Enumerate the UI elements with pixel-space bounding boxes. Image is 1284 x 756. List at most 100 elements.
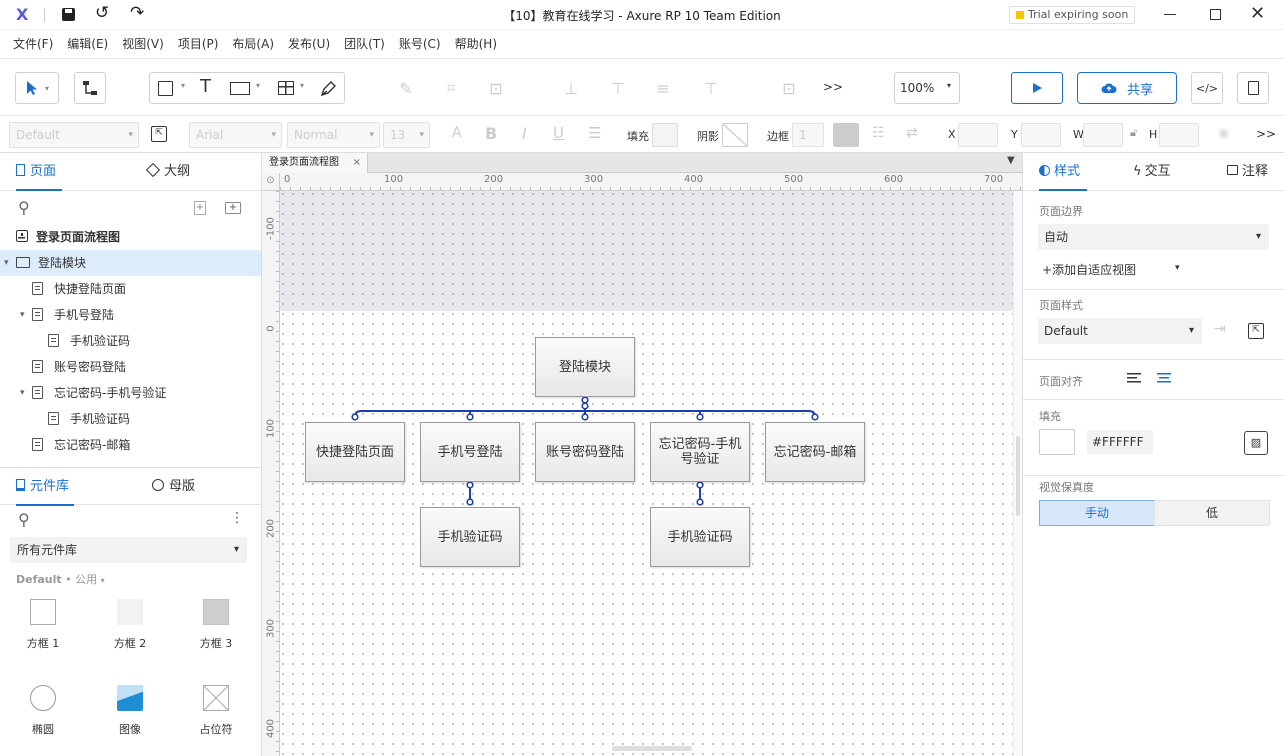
fill-color-input[interactable]: #FFFFFF (1087, 430, 1153, 454)
lock-icon[interactable]: 🔓︎ (1130, 126, 1137, 140)
tree-item[interactable]: 账号密码登陆 (0, 354, 261, 380)
visibility-icon[interactable]: ◉ (1218, 126, 1229, 141)
italic-icon[interactable]: I (522, 124, 527, 143)
library-menu-icon[interactable]: ⋮ (230, 510, 244, 526)
border-width-input[interactable]: 1 (792, 123, 824, 147)
fill-color-swatch[interactable] (1039, 429, 1075, 455)
menu-account[interactable]: 账号(C) (392, 30, 448, 58)
preview-button[interactable] (1011, 72, 1063, 104)
tree-item[interactable]: ▾ 忘记密码-手机号验证 (0, 380, 261, 406)
align-top-icon[interactable]: ⊤ (607, 77, 629, 99)
share-button[interactable]: 共享 (1077, 72, 1177, 104)
widget-box3[interactable]: 方框 3 (186, 599, 246, 651)
menu-help[interactable]: 帮助(H) (448, 30, 504, 58)
menu-team[interactable]: 团队(T) (337, 30, 392, 58)
flow-node-root[interactable]: 登陆模块 (535, 337, 635, 397)
transform-icon[interactable]: ⊡ (485, 77, 507, 99)
y-input[interactable] (1021, 123, 1061, 147)
chevron-down-icon[interactable]: ▾ (101, 576, 105, 585)
tree-item[interactable]: 手机验证码 (0, 406, 261, 432)
fidelity-low-button[interactable]: 低 (1154, 500, 1270, 526)
style-select[interactable]: Default ▾ (9, 122, 139, 148)
tab-outline[interactable]: 大纲 (145, 153, 190, 191)
minimize-button[interactable] (1164, 14, 1176, 15)
widget-box1[interactable]: 方框 1 (13, 599, 73, 651)
fill-image-icon[interactable]: ▨ (1244, 431, 1268, 455)
border-color-swatch[interactable] (833, 123, 859, 147)
arrange-icon[interactable]: ⊤ (700, 77, 722, 99)
font-weight-select[interactable]: Normal ▾ (287, 122, 380, 148)
tab-notes[interactable]: 注释 (1227, 153, 1268, 191)
select-tool-button[interactable]: ▾ (15, 72, 59, 104)
table-tool-icon[interactable] (278, 81, 294, 95)
distribute-icon[interactable]: ≡ (652, 77, 674, 99)
flow-node-forgot-phone[interactable]: 忘记密码-手机号验证 (650, 422, 750, 482)
pen-tool-icon[interactable] (318, 79, 338, 99)
manage-styles-icon[interactable]: ⇱ (1248, 323, 1264, 339)
widget-ellipse[interactable]: 椭圆 (13, 685, 73, 737)
format-more-button[interactable]: >> (1256, 127, 1276, 141)
flow-node-password-login[interactable]: 账号密码登陆 (535, 422, 635, 482)
underline-icon[interactable]: U (553, 124, 564, 142)
menu-arrange[interactable]: 布局(A) (225, 30, 281, 58)
redo-icon[interactable]: ↷ (130, 3, 144, 23)
axure-logo[interactable]: X (16, 5, 28, 24)
widget-placeholder[interactable]: 占位符 (186, 685, 246, 737)
menu-view[interactable]: 视图(V) (115, 30, 171, 58)
arrow-style-icon[interactable]: ⇄ (906, 125, 918, 141)
menu-publish[interactable]: 发布(U) (281, 30, 337, 58)
chevron-down-icon[interactable]: ▾ (300, 81, 304, 90)
save-icon[interactable] (62, 8, 75, 21)
document-button[interactable] (1237, 72, 1269, 104)
tab-style[interactable]: 样式 (1039, 153, 1087, 191)
tree-item[interactable]: 忘记密码-邮箱 (0, 432, 261, 458)
library-search-icon[interactable]: ⚲ (18, 510, 30, 529)
tab-interactions[interactable]: ϟ 交互 (1133, 153, 1171, 191)
add-page-icon[interactable]: + (194, 201, 206, 215)
search-icon[interactable]: ⚲ (18, 198, 30, 217)
list-icon[interactable]: ☰ (588, 124, 601, 142)
shadow-swatch[interactable] (722, 123, 748, 147)
close-button[interactable]: ✕ (1250, 3, 1265, 24)
chevron-down-icon[interactable]: ▾ (20, 302, 25, 328)
flow-node-phone-code-b[interactable]: 手机验证码 (650, 507, 750, 567)
style-manage-icon[interactable]: ⇱ (151, 126, 167, 142)
crop-icon[interactable]: ⌗ (440, 77, 462, 99)
rectangle-tool-icon[interactable] (158, 81, 173, 96)
w-input[interactable] (1083, 123, 1123, 147)
menu-edit[interactable]: 编辑(E) (60, 30, 115, 58)
tab-pages[interactable]: 页面 (16, 153, 62, 191)
widget-image[interactable]: 图像 (100, 685, 160, 737)
undo-icon[interactable]: ↺ (95, 3, 109, 23)
add-folder-icon[interactable]: + (225, 202, 241, 214)
maximize-button[interactable] (1210, 9, 1221, 20)
zoom-select[interactable]: 100% ▾ (894, 72, 960, 104)
bold-icon[interactable]: B (485, 124, 497, 143)
x-input[interactable] (958, 123, 998, 147)
align-bottom-icon[interactable]: ⊥ (560, 77, 582, 99)
trial-badge[interactable]: Trial expiring soon (1009, 6, 1136, 24)
edit-point-icon[interactable]: ✎ (395, 77, 417, 99)
chevron-down-icon[interactable]: ▾ (181, 81, 185, 90)
hotspot-tool-icon[interactable] (230, 82, 250, 95)
fidelity-manual-button[interactable]: 手动 (1039, 500, 1155, 526)
widget-box2[interactable]: 方框 2 (100, 599, 160, 651)
fill-swatch[interactable] (652, 123, 678, 147)
page-style-select[interactable]: Default ▾ (1038, 318, 1202, 344)
font-size-select[interactable]: 13 ▾ (383, 122, 430, 148)
chevron-down-icon[interactable]: ▾ (256, 81, 260, 90)
add-adaptive-view[interactable]: +添加自适应视图 ▾ (1042, 261, 1180, 278)
tab-masters[interactable]: 母版 (152, 468, 195, 506)
menu-project[interactable]: 项目(P) (171, 30, 226, 58)
tree-item[interactable]: 快捷登陆页面 (0, 276, 261, 302)
chevron-down-icon[interactable]: ▾ (20, 380, 25, 406)
align-center-icon[interactable] (1157, 373, 1171, 383)
tree-item[interactable]: 手机验证码 (0, 328, 261, 354)
library-select[interactable]: 所有元件库 ▾ (10, 537, 247, 563)
menu-file[interactable]: 文件(F) (6, 30, 60, 58)
text-color-icon[interactable]: A (452, 125, 462, 141)
library-path-common[interactable]: 公用 (75, 573, 97, 586)
tab-library[interactable]: 元件库 (16, 468, 74, 506)
library-path-default[interactable]: Default (16, 573, 62, 586)
tree-item[interactable]: ▾ 手机号登陆 (0, 302, 261, 328)
